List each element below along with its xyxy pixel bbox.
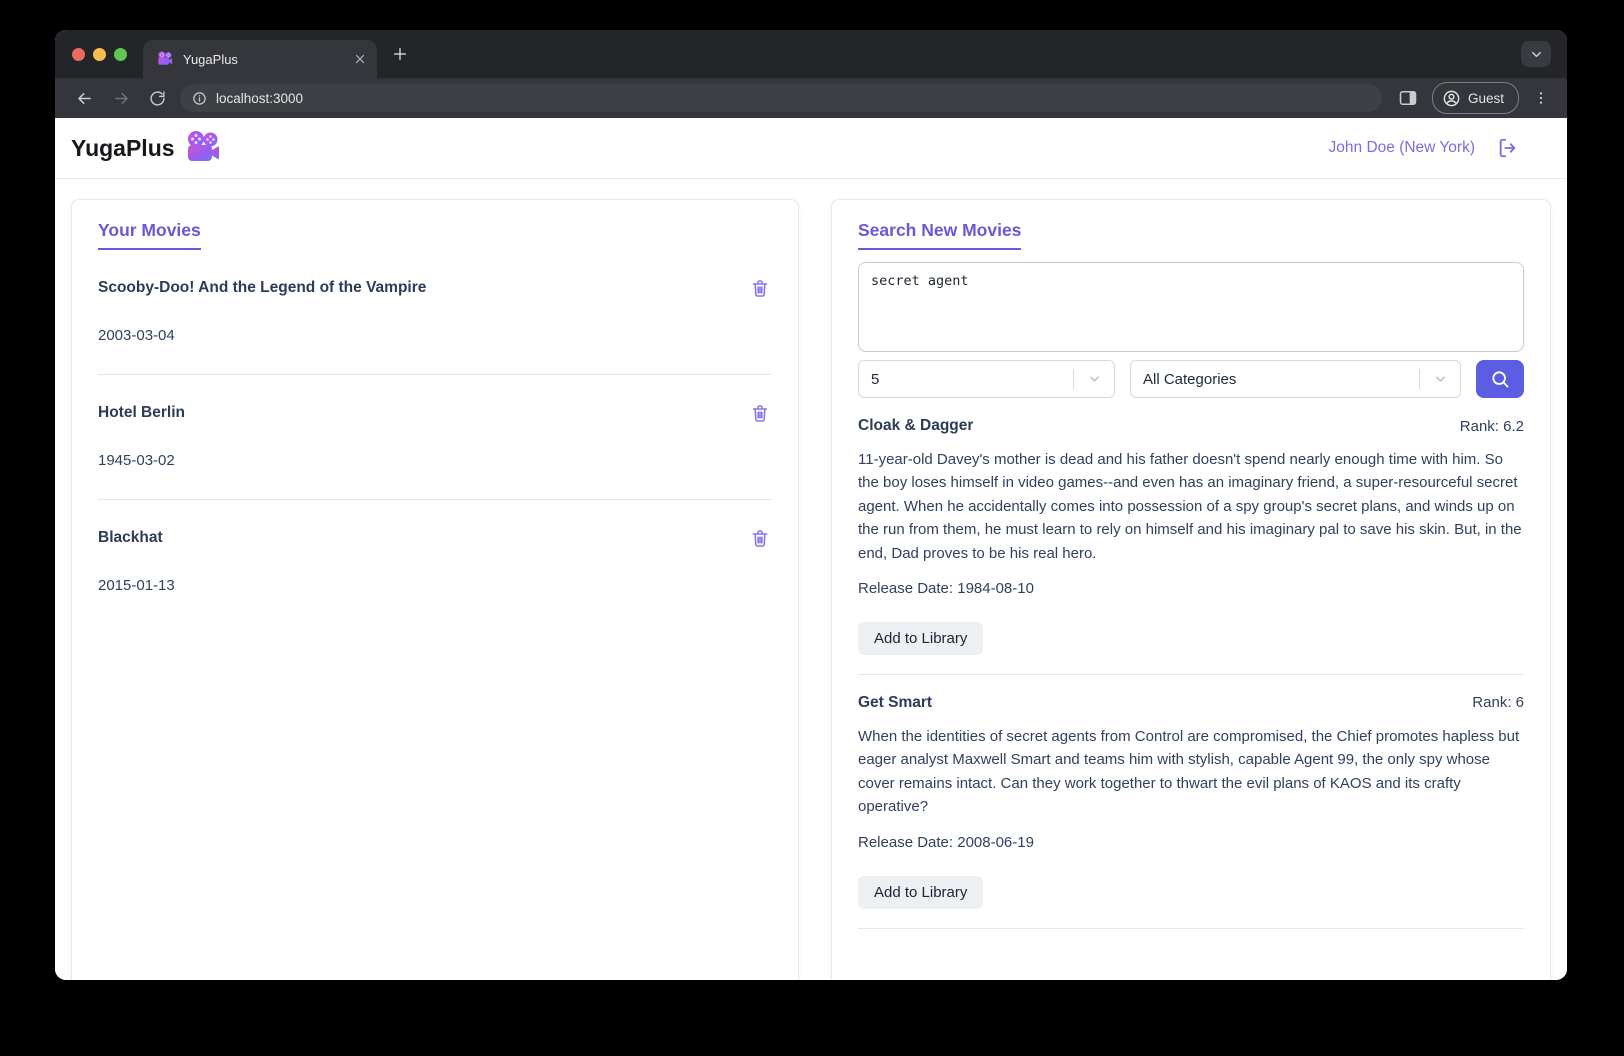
reload-icon[interactable] bbox=[149, 90, 166, 107]
new-tab-button[interactable] bbox=[391, 45, 409, 63]
minimize-window-button[interactable] bbox=[93, 47, 106, 61]
result-title: Get Smart bbox=[858, 693, 933, 711]
browser-tabstrip: YugaPlus bbox=[55, 30, 1567, 78]
user-area: John Doe (New York) bbox=[1329, 137, 1519, 159]
movie-release-date: 1945-03-02 bbox=[98, 452, 175, 469]
forward-icon[interactable] bbox=[112, 89, 131, 108]
movie-camera-icon bbox=[184, 130, 222, 166]
search-controls: 5 All Categories bbox=[858, 360, 1524, 398]
search-panel: Search New Movies secret agent 5 All Cat… bbox=[831, 199, 1551, 980]
movie-list: Scooby-Doo! And the Legend of the Vampir… bbox=[98, 250, 772, 624]
search-query-input[interactable]: secret agent bbox=[858, 262, 1524, 352]
add-to-library-button[interactable]: Add to Library bbox=[858, 621, 984, 655]
select-divider bbox=[1419, 369, 1420, 389]
side-panel-icon[interactable] bbox=[1398, 88, 1418, 108]
close-window-button[interactable] bbox=[72, 47, 85, 61]
search-result: Get Smart Rank: 6 When the identities of… bbox=[858, 675, 1524, 929]
movie-title: Hotel Berlin bbox=[98, 404, 185, 421]
tab-favicon-movie-camera-icon bbox=[157, 51, 173, 67]
search-icon bbox=[1490, 369, 1510, 389]
tab-close-icon[interactable] bbox=[353, 52, 367, 66]
category-select[interactable]: All Categories bbox=[1130, 360, 1461, 398]
search-result: Cloak & Dagger Rank: 6.2 11-year-old Dav… bbox=[858, 398, 1524, 675]
window-controls bbox=[55, 47, 127, 61]
movie-row: Blackhat 2015-01-13 bbox=[98, 500, 772, 624]
user-avatar-icon bbox=[1442, 89, 1461, 108]
trash-icon bbox=[750, 278, 770, 298]
main-content: Your Movies Scooby-Doo! And the Legend o… bbox=[55, 179, 1567, 980]
delete-movie-button[interactable] bbox=[748, 526, 772, 550]
address-bar[interactable]: localhost:3000 bbox=[180, 84, 1382, 112]
browser-toolbar: localhost:3000 Guest bbox=[55, 78, 1567, 118]
category-value: All Categories bbox=[1143, 370, 1237, 388]
delete-movie-button[interactable] bbox=[748, 276, 772, 300]
movie-release-date: 2015-01-13 bbox=[98, 577, 175, 594]
back-icon[interactable] bbox=[75, 89, 94, 108]
profile-label: Guest bbox=[1467, 90, 1504, 106]
maximize-window-button[interactable] bbox=[114, 47, 127, 61]
movie-title: Scooby-Doo! And the Legend of the Vampir… bbox=[98, 279, 427, 296]
result-title: Cloak & Dagger bbox=[858, 417, 974, 434]
movie-release-date: 2003-03-04 bbox=[98, 327, 175, 344]
browser-window: YugaPlus localhost:3000 Guest YugaPlus J… bbox=[55, 30, 1567, 980]
search-button[interactable] bbox=[1476, 360, 1524, 398]
result-description: When the identities of secret agents fro… bbox=[858, 727, 1520, 816]
user-name-link[interactable]: John Doe (New York) bbox=[1329, 139, 1475, 157]
profile-button[interactable]: Guest bbox=[1431, 82, 1519, 114]
your-movies-panel: Your Movies Scooby-Doo! And the Legend o… bbox=[71, 199, 799, 980]
result-rank: Rank: 6 bbox=[1472, 694, 1524, 712]
result-limit-select[interactable]: 5 bbox=[858, 360, 1115, 398]
movie-row: Hotel Berlin 1945-03-02 bbox=[98, 375, 772, 500]
site-info-icon[interactable] bbox=[192, 91, 207, 106]
url-text: localhost:3000 bbox=[216, 90, 304, 106]
tab-title: YugaPlus bbox=[183, 51, 238, 67]
your-movies-title: Your Movies bbox=[98, 220, 201, 250]
brand: YugaPlus bbox=[71, 130, 222, 166]
delete-movie-button[interactable] bbox=[748, 401, 772, 425]
browser-tab[interactable]: YugaPlus bbox=[143, 40, 377, 78]
browser-menu-icon[interactable] bbox=[1533, 90, 1549, 106]
result-limit-value: 5 bbox=[871, 370, 880, 388]
trash-icon bbox=[750, 528, 770, 548]
movie-row: Scooby-Doo! And the Legend of the Vampir… bbox=[98, 250, 772, 375]
screenshot-stage: YugaPlus localhost:3000 Guest YugaPlus J… bbox=[0, 0, 1624, 1056]
app-page: YugaPlus John Doe (New York) Your Movies… bbox=[55, 118, 1567, 980]
tab-search-chevron-button[interactable] bbox=[1521, 41, 1551, 67]
movie-title: Blackhat bbox=[98, 529, 163, 546]
trash-icon bbox=[750, 403, 770, 423]
search-results: Cloak & Dagger Rank: 6.2 11-year-old Dav… bbox=[858, 398, 1524, 929]
brand-name: YugaPlus bbox=[71, 134, 175, 161]
result-release-date: Release Date: 1984-08-10 bbox=[858, 579, 1034, 597]
add-to-library-button[interactable]: Add to Library bbox=[858, 875, 984, 909]
result-description: 11-year-old Davey's mother is dead and h… bbox=[858, 451, 1522, 562]
chevron-down-icon bbox=[1087, 372, 1102, 387]
chevron-down-icon bbox=[1433, 372, 1448, 387]
app-header: YugaPlus John Doe (New York) bbox=[55, 118, 1567, 179]
select-divider bbox=[1073, 369, 1074, 389]
result-rank: Rank: 6.2 bbox=[1459, 417, 1524, 435]
result-release-date: Release Date: 2008-06-19 bbox=[858, 833, 1034, 851]
search-title: Search New Movies bbox=[858, 220, 1022, 250]
logout-icon[interactable] bbox=[1497, 137, 1519, 159]
